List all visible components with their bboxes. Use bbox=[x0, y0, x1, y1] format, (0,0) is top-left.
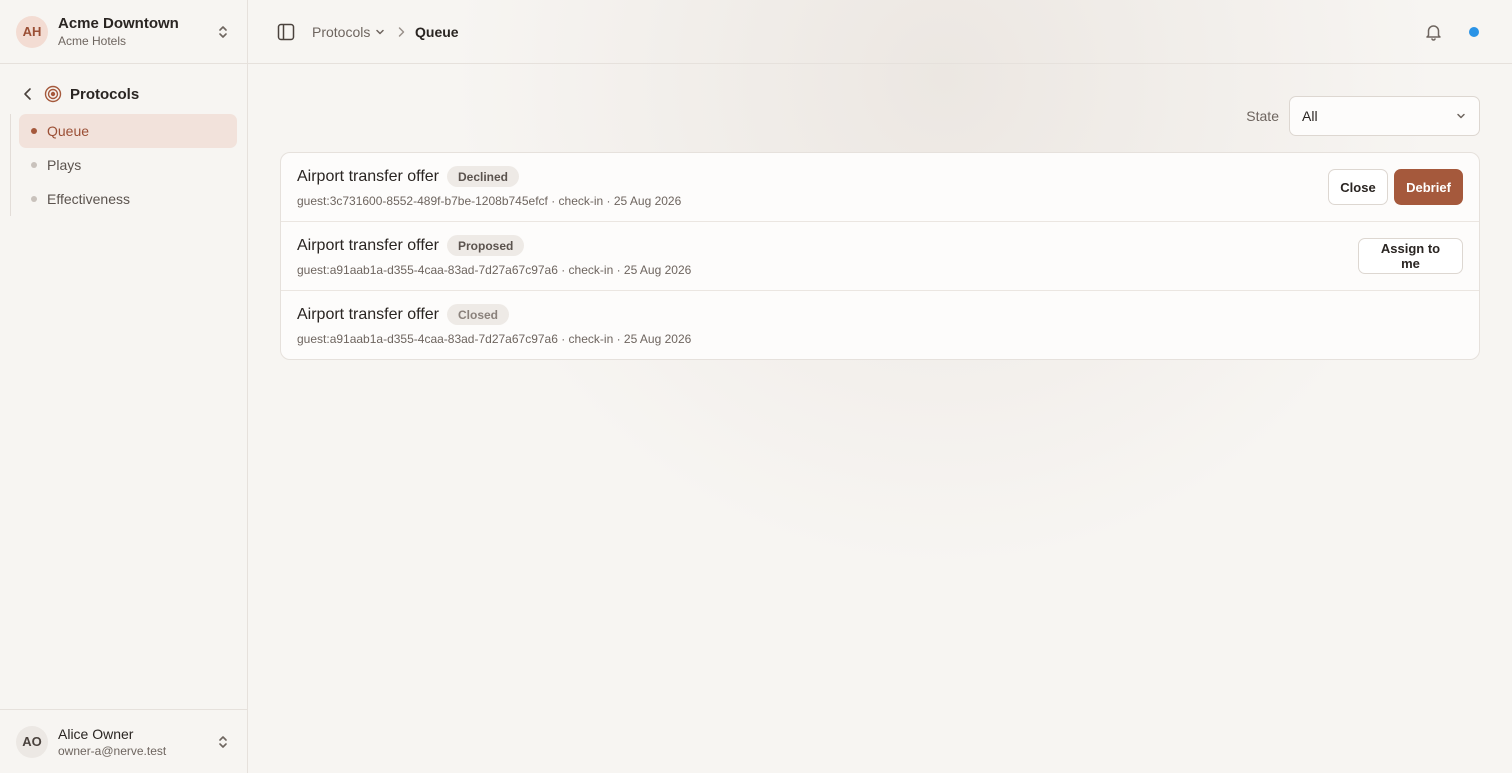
sidebar: AH Acme Downtown Acme Hotels Protocols Q… bbox=[0, 0, 248, 773]
sidebar-item-effectiveness[interactable]: Effectiveness bbox=[19, 182, 237, 216]
org-switcher[interactable]: AH Acme Downtown Acme Hotels bbox=[0, 0, 247, 64]
debrief-button[interactable]: Debrief bbox=[1394, 169, 1463, 205]
row-header: Airport transfer offer Proposed bbox=[297, 235, 525, 256]
target-icon bbox=[44, 85, 62, 103]
bullet-icon bbox=[31, 196, 37, 202]
bullet-icon bbox=[31, 128, 37, 134]
main-content: Protocols Queue State All Airport transf… bbox=[248, 0, 1512, 773]
state-select[interactable]: All bbox=[1289, 96, 1480, 136]
status-badge: Declined bbox=[446, 166, 519, 187]
row-actions: Close Debrief bbox=[1328, 169, 1463, 205]
row-header: Airport transfer offer Closed bbox=[297, 304, 509, 325]
chevron-up-down-icon bbox=[219, 735, 227, 748]
row-header: Airport transfer offer Declined bbox=[297, 166, 519, 187]
queue-row[interactable]: Airport transfer offer Proposed guest:a9… bbox=[281, 222, 1479, 291]
sidebar-toggle-icon[interactable] bbox=[277, 23, 295, 41]
sidebar-item-plays[interactable]: Plays bbox=[19, 148, 237, 182]
sidebar-item-label: Queue bbox=[47, 123, 90, 139]
user-switcher[interactable]: AO Alice Owner owner-a@nerve.test bbox=[0, 709, 247, 773]
row-title: Airport transfer offer bbox=[297, 236, 439, 254]
breadcrumb-protocols[interactable]: Protocols bbox=[312, 22, 385, 42]
chevron-right-icon bbox=[398, 27, 405, 37]
row-title: Airport transfer offer bbox=[297, 167, 439, 185]
user-avatar: AO bbox=[16, 725, 48, 758]
status-badge: Closed bbox=[446, 304, 509, 325]
row-title: Airport transfer offer bbox=[297, 305, 439, 323]
bullet-icon bbox=[31, 162, 37, 168]
sidebar-item-queue[interactable]: Queue bbox=[19, 114, 237, 148]
sidebar-item-label: Plays bbox=[47, 157, 82, 173]
sidebar-item-label: Effectiveness bbox=[47, 191, 131, 207]
filter-label: State bbox=[1246, 108, 1279, 124]
user-email: owner-a@nerve.test bbox=[58, 743, 167, 758]
user-name: Alice Owner bbox=[58, 725, 134, 742]
chevron-down-icon bbox=[1457, 113, 1465, 119]
row-actions: Assign to me bbox=[1358, 238, 1463, 274]
org-info: Acme Downtown Acme Hotels bbox=[58, 16, 179, 47]
assign-to-me-button[interactable]: Assign to me bbox=[1358, 238, 1463, 274]
chevron-left-icon bbox=[24, 88, 31, 100]
chevron-down-icon bbox=[376, 29, 385, 35]
queue-list: Airport transfer offer Declined guest:3c… bbox=[280, 152, 1480, 360]
status-badge: Proposed bbox=[446, 235, 525, 256]
top-bar: Protocols Queue bbox=[248, 0, 1512, 64]
user-info: Alice Owner owner-a@nerve.test bbox=[58, 727, 166, 757]
row-meta: guest:a91aab1a-d355-4caa-83ad-7d27a67c97… bbox=[297, 332, 692, 346]
back-to-protocols[interactable]: Protocols bbox=[20, 82, 139, 106]
row-meta: guest:a91aab1a-d355-4caa-83ad-7d27a67c97… bbox=[297, 263, 692, 277]
queue-row[interactable]: Airport transfer offer Declined guest:3c… bbox=[281, 153, 1479, 222]
org-avatar: AH bbox=[16, 15, 48, 48]
breadcrumb-current: Queue bbox=[415, 24, 459, 40]
row-meta: guest:3c731600-8552-489f-b7be-1208b745ef… bbox=[297, 194, 682, 208]
state-filter: State All bbox=[1246, 96, 1480, 136]
breadcrumb-label: Protocols bbox=[312, 24, 371, 40]
queue-row[interactable]: Airport transfer offer Closed guest:a91a… bbox=[281, 291, 1479, 359]
section-title: Protocols bbox=[70, 85, 140, 103]
bell-icon[interactable] bbox=[1425, 23, 1442, 41]
chevron-up-down-icon bbox=[219, 25, 227, 38]
close-button[interactable]: Close bbox=[1328, 169, 1388, 205]
status-dot bbox=[1469, 27, 1479, 37]
select-value: All bbox=[1302, 108, 1318, 124]
org-subtitle: Acme Hotels bbox=[58, 34, 127, 48]
org-name: Acme Downtown bbox=[58, 15, 179, 32]
sidebar-nav: Queue Plays Effectiveness bbox=[10, 114, 238, 216]
